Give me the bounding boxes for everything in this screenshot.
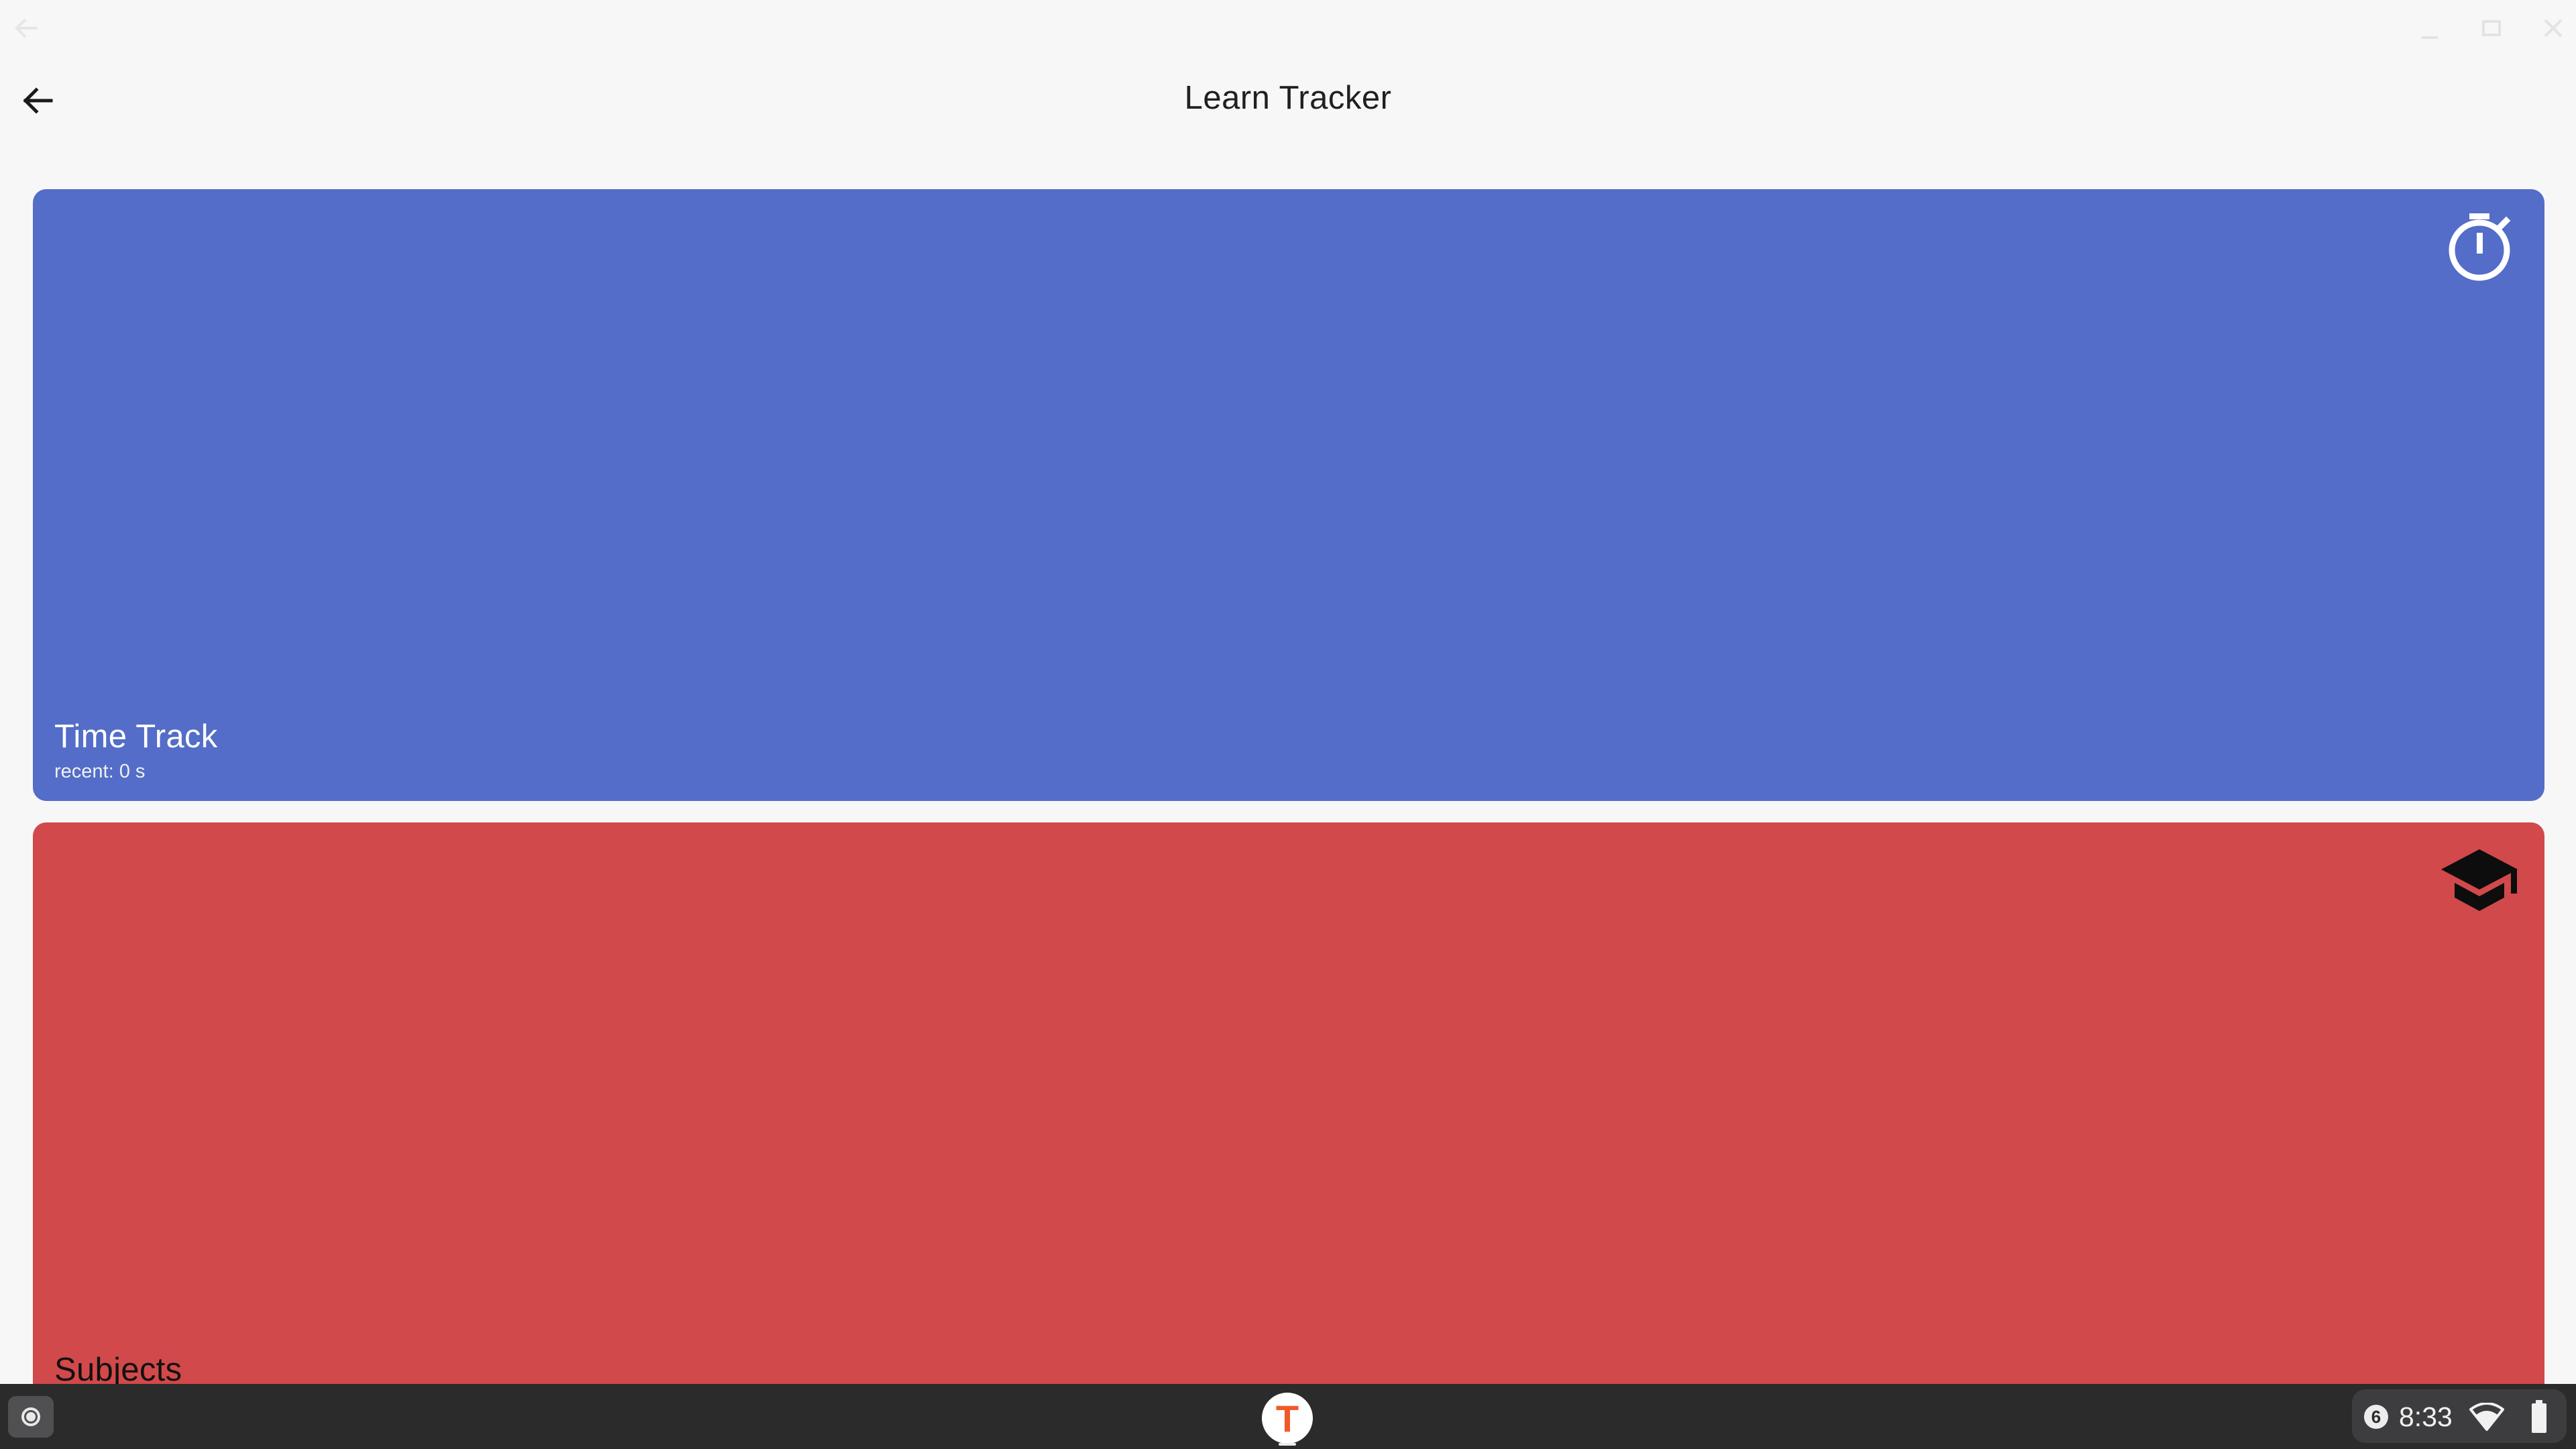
page-title: Learn Tracker (1184, 80, 1392, 116)
card-title: Subjects (54, 1352, 182, 1388)
learn-tracker-app-icon[interactable]: T (1262, 1393, 1313, 1444)
notification-count-badge: 6 (2364, 1405, 2388, 1429)
screen: Learn Tracker Time Track recent: 0 s Sub… (0, 0, 2576, 1449)
card-title: Time Track (54, 718, 218, 755)
running-indicator (1279, 1443, 1296, 1446)
launcher-button[interactable] (8, 1396, 54, 1438)
status-tray[interactable]: 6 8:33 (2352, 1389, 2567, 1443)
card-subtitle: recent: 0 s (54, 761, 146, 782)
wifi-icon (2469, 1403, 2504, 1431)
subjects-card[interactable]: Subjects (33, 822, 2544, 1449)
time-track-card[interactable]: Time Track recent: 0 s (33, 189, 2544, 801)
window-minimize-icon[interactable] (2418, 17, 2442, 42)
app-bar: Learn Tracker (0, 56, 2576, 191)
window-close-icon[interactable] (2541, 16, 2565, 40)
window-back-icon[interactable] (13, 16, 40, 40)
window-caption-bar (0, 0, 2576, 56)
window-restore-icon[interactable] (2479, 16, 2504, 40)
clock: 8:33 (2399, 1401, 2453, 1432)
battery-icon (2532, 1400, 2546, 1433)
launcher-icon (21, 1407, 40, 1426)
school-icon (2441, 849, 2518, 911)
app-icon-letter: T (1275, 1397, 1299, 1440)
stopwatch-icon (2449, 213, 2511, 281)
shelf: T 6 8:33 (0, 1384, 2576, 1449)
